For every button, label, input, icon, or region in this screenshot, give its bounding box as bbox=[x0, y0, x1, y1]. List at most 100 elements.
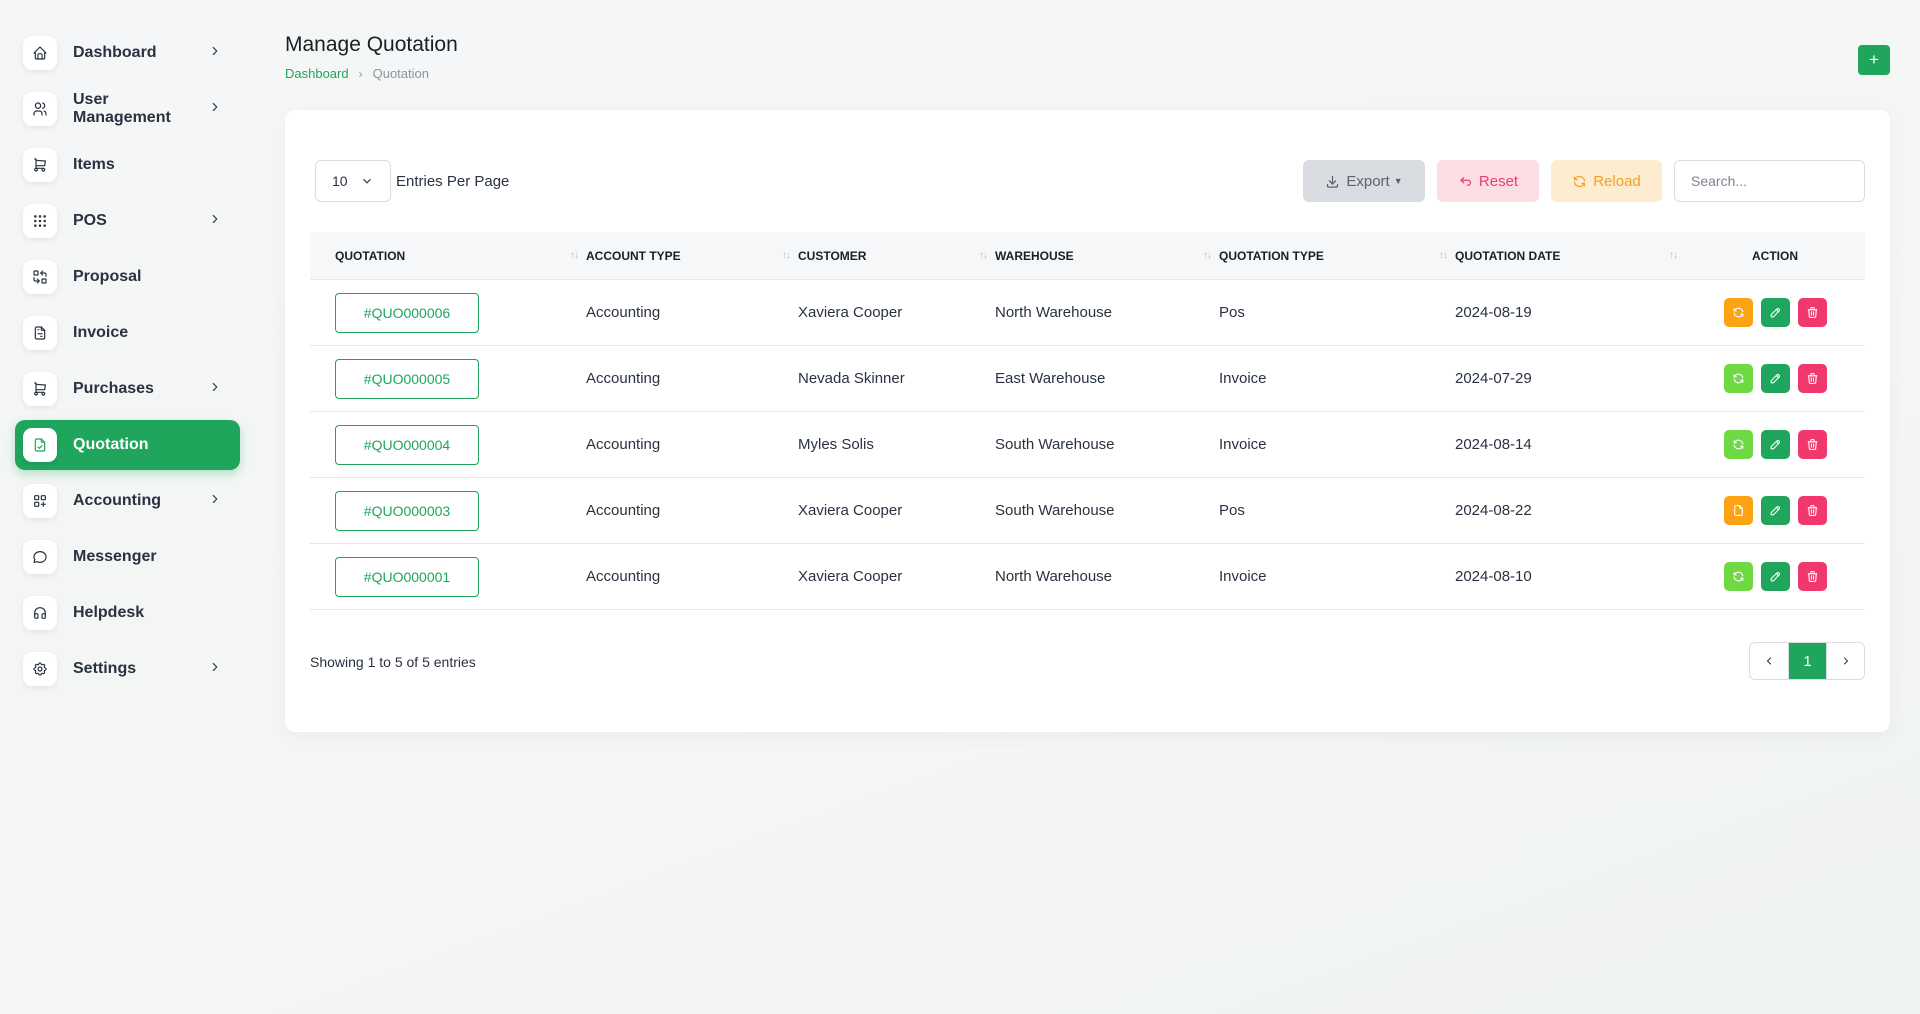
sidebar-item-quotation[interactable]: Quotation bbox=[15, 420, 240, 470]
convert-button[interactable] bbox=[1723, 298, 1753, 327]
sidebar-item-label: User Management bbox=[73, 91, 171, 126]
trash-icon bbox=[1807, 571, 1817, 582]
sidebar-item-label: Accounting bbox=[73, 492, 161, 509]
edit-button[interactable] bbox=[1760, 496, 1790, 525]
cell-quotation: #QUO000006 bbox=[310, 280, 586, 345]
pagination-prev-button[interactable] bbox=[1750, 643, 1788, 679]
cell-quotation-type: Invoice bbox=[1219, 436, 1267, 453]
delete-button[interactable] bbox=[1797, 430, 1827, 459]
entries-per-page-value: 10 bbox=[332, 173, 348, 189]
trash-icon bbox=[1807, 307, 1817, 318]
edit-button[interactable] bbox=[1760, 562, 1790, 591]
reset-button[interactable]: Reset bbox=[1437, 160, 1539, 202]
refresh-icon bbox=[1733, 307, 1743, 318]
column-header-action: ACTION bbox=[1752, 248, 1798, 263]
quotation-number-button[interactable]: #QUO000004 bbox=[335, 424, 479, 465]
pencil-icon bbox=[1770, 506, 1780, 516]
page-title: Manage Quotation bbox=[285, 33, 458, 56]
entries-per-page: 10 Entries Per Page bbox=[315, 160, 509, 202]
entries-per-page-select[interactable]: 10 bbox=[315, 160, 391, 202]
convert-button[interactable] bbox=[1723, 430, 1753, 459]
column-header-account-type[interactable]: ACCOUNT TYPE ↑↓ bbox=[586, 232, 798, 279]
table-toolbar: 10 Entries Per Page Export ▼ Reset Reloa… bbox=[315, 160, 1865, 202]
sidebar-item-proposal[interactable]: Proposal bbox=[15, 252, 240, 302]
column-header-customer[interactable]: CUSTOMER ↑↓ bbox=[798, 232, 995, 279]
breadcrumb-current: Quotation bbox=[372, 66, 429, 81]
cell-account-type: Accounting bbox=[586, 502, 661, 519]
file-icon bbox=[1733, 505, 1743, 516]
column-header-quotation[interactable]: QUOTATION ↑↓ bbox=[310, 232, 586, 279]
column-header-quotation-type[interactable]: QUOTATION TYPE ↑↓ bbox=[1219, 232, 1455, 279]
sidebar-item-settings[interactable]: Settings bbox=[15, 644, 240, 694]
delete-button[interactable] bbox=[1797, 298, 1827, 327]
cell-warehouse: North Warehouse bbox=[995, 568, 1112, 585]
refresh-icon bbox=[1733, 439, 1743, 450]
column-header-warehouse[interactable]: WAREHOUSE ↑↓ bbox=[995, 232, 1219, 279]
sort-icon: ↑↓ bbox=[782, 250, 791, 261]
sidebar-item-dashboard[interactable]: Dashboard bbox=[15, 28, 240, 78]
export-button[interactable]: Export ▼ bbox=[1303, 160, 1425, 202]
cell-account-type: Accounting bbox=[586, 436, 661, 453]
table-body: #QUO000006 Accounting Xaviera Cooper North … bbox=[310, 280, 1865, 610]
chevron-right-icon bbox=[208, 660, 226, 678]
cell-customer: Xaviera Cooper bbox=[798, 502, 903, 519]
sidebar-item-label: Purchases bbox=[73, 380, 154, 397]
refresh-icon bbox=[1733, 373, 1743, 384]
headphones-icon bbox=[23, 596, 57, 630]
replace-icon bbox=[23, 260, 57, 294]
chevron-right-icon bbox=[208, 100, 226, 118]
sidebar-item-label: Quotation bbox=[73, 436, 149, 453]
edit-button[interactable] bbox=[1760, 364, 1790, 393]
sidebar-item-user-management[interactable]: User Management bbox=[15, 84, 240, 134]
arrow-back-icon bbox=[1460, 176, 1472, 186]
quotation-card: 10 Entries Per Page Export ▼ Reset Reloa… bbox=[285, 110, 1890, 732]
table-row: #QUO000004 Accounting Myles Solis South War… bbox=[310, 412, 1865, 478]
convert-button[interactable] bbox=[1723, 364, 1753, 393]
quotation-number-button[interactable]: #QUO000003 bbox=[335, 490, 479, 531]
file-invoice-icon bbox=[23, 316, 57, 350]
sidebar-item-label: Settings bbox=[73, 660, 137, 677]
convert-button[interactable] bbox=[1723, 496, 1753, 525]
cell-warehouse: East Warehouse bbox=[995, 370, 1106, 387]
cell-quotation-type: Invoice bbox=[1219, 370, 1267, 387]
delete-button[interactable] bbox=[1797, 364, 1827, 393]
breadcrumb-dashboard-link[interactable]: Dashboard bbox=[285, 66, 349, 81]
quotation-number-button[interactable]: #QUO000001 bbox=[335, 556, 479, 597]
cell-actions bbox=[1685, 280, 1865, 345]
search-input[interactable] bbox=[1674, 160, 1865, 202]
pencil-icon bbox=[1770, 572, 1780, 582]
sidebar-item-invoice[interactable]: Invoice bbox=[15, 308, 240, 358]
pagination-page-button[interactable]: 1 bbox=[1788, 643, 1826, 679]
cell-quotation-date: 2024-08-22 bbox=[1455, 502, 1532, 519]
quotation-number-button[interactable]: #QUO000006 bbox=[335, 292, 479, 333]
edit-button[interactable] bbox=[1760, 298, 1790, 327]
cell-warehouse: South Warehouse bbox=[995, 436, 1115, 453]
add-quotation-button[interactable]: + bbox=[1858, 45, 1890, 75]
sidebar-item-label: Invoice bbox=[73, 324, 129, 341]
sidebar-item-helpdesk[interactable]: Helpdesk bbox=[15, 588, 240, 638]
sort-icon: ↑↓ bbox=[570, 250, 579, 261]
sidebar-item-pos[interactable]: POS bbox=[15, 196, 240, 246]
sidebar-item-items[interactable]: Items bbox=[15, 140, 240, 190]
cell-actions bbox=[1685, 544, 1865, 609]
sidebar-item-purchases[interactable]: Purchases bbox=[15, 364, 240, 414]
cell-warehouse: South Warehouse bbox=[995, 502, 1115, 519]
cell-quotation-type: Pos bbox=[1219, 304, 1245, 321]
column-header-quotation-date[interactable]: QUOTATION DATE ↑↓ bbox=[1455, 232, 1685, 279]
sidebar-item-messenger[interactable]: Messenger bbox=[15, 532, 240, 582]
cell-account-type: Accounting bbox=[586, 568, 661, 585]
cell-quotation-type: Invoice bbox=[1219, 568, 1267, 585]
convert-button[interactable] bbox=[1723, 562, 1753, 591]
sidebar-item-label: Dashboard bbox=[73, 44, 157, 61]
message-icon bbox=[23, 540, 57, 574]
download-icon bbox=[1327, 175, 1339, 188]
delete-button[interactable] bbox=[1797, 562, 1827, 591]
pagination-next-button[interactable] bbox=[1826, 643, 1864, 679]
sidebar-item-accounting[interactable]: Accounting bbox=[15, 476, 240, 526]
quotation-number-button[interactable]: #QUO000005 bbox=[335, 358, 479, 399]
reload-button[interactable]: Reload bbox=[1551, 160, 1662, 202]
chevron-right-icon bbox=[208, 212, 226, 230]
edit-button[interactable] bbox=[1760, 430, 1790, 459]
delete-button[interactable] bbox=[1797, 496, 1827, 525]
chevron-right-icon bbox=[208, 44, 226, 62]
